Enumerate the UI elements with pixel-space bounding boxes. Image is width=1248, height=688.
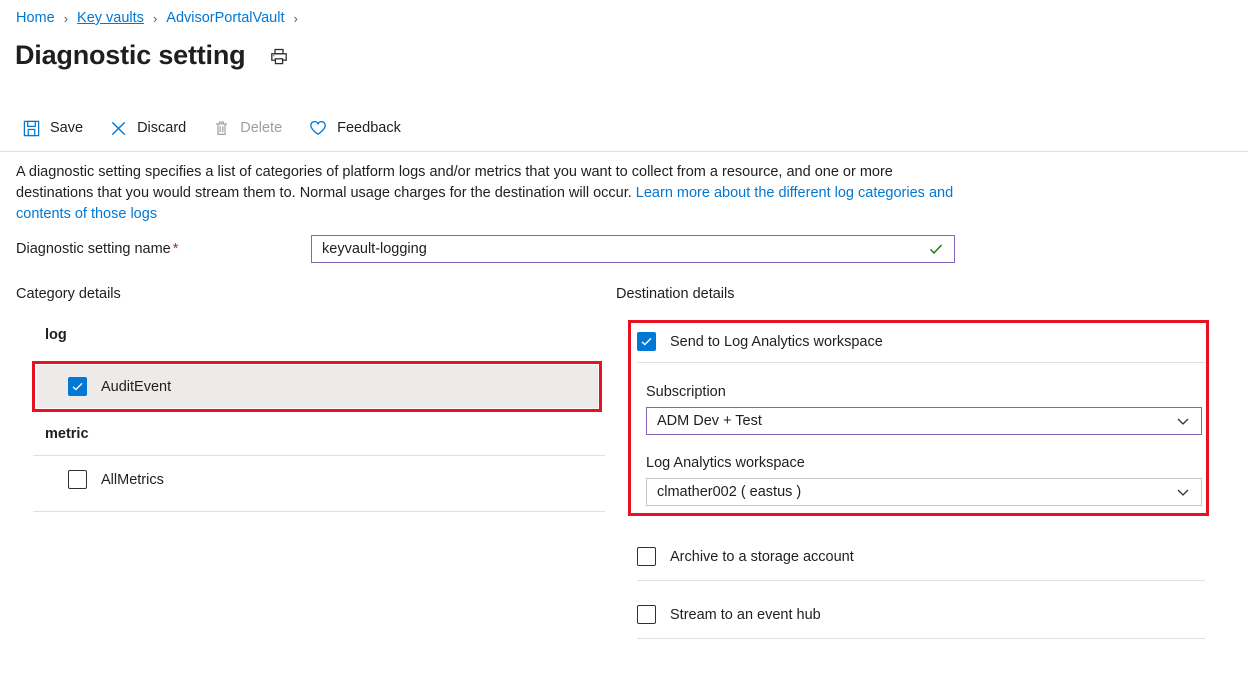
archive-to-storage-checkbox[interactable] xyxy=(637,547,656,566)
diagnostic-setting-name-field[interactable] xyxy=(311,235,955,263)
description-text: A diagnostic setting specifies a list of… xyxy=(16,162,956,225)
checkbox-row-send-to-log-analytics[interactable]: Send to Log Analytics workspace xyxy=(637,332,883,351)
breadcrumb-item-advisorportalvault[interactable]: AdvisorPortalVault xyxy=(166,10,284,26)
breadcrumb: Home › Key vaults › AdvisorPortalVault › xyxy=(16,10,307,26)
heart-icon xyxy=(308,118,328,138)
trash-icon xyxy=(212,119,231,138)
discard-button[interactable]: Discard xyxy=(109,119,186,138)
archive-to-storage-label: Archive to a storage account xyxy=(670,549,854,565)
subscription-selected-value: ADM Dev + Test xyxy=(647,413,762,429)
send-to-log-analytics-checkbox[interactable] xyxy=(637,332,656,351)
auditevent-label: AuditEvent xyxy=(101,379,171,395)
log-group-label: log xyxy=(45,327,67,343)
chevron-down-icon xyxy=(1175,413,1201,429)
destination-details-heading: Destination details xyxy=(616,286,735,302)
diagnostic-setting-name-input[interactable] xyxy=(312,236,928,262)
metric-group-label: metric xyxy=(45,426,89,442)
printer-icon[interactable] xyxy=(269,47,289,67)
close-x-icon xyxy=(109,119,128,138)
page-title-row: Diagnostic setting xyxy=(15,38,289,72)
metric-divider-bottom xyxy=(33,511,605,512)
feedback-button[interactable]: Feedback xyxy=(308,118,401,138)
command-bar-divider xyxy=(0,151,1248,152)
metric-divider-top xyxy=(33,455,605,456)
breadcrumb-item-home[interactable]: Home xyxy=(16,10,55,26)
workspace-selected-value: clmather002 ( eastus ) xyxy=(647,484,801,500)
event-hub-divider xyxy=(637,638,1205,639)
page-title: Diagnostic setting xyxy=(15,38,245,72)
breadcrumb-item-key-vaults[interactable]: Key vaults xyxy=(77,10,144,26)
delete-button: Delete xyxy=(212,119,282,138)
delete-button-label: Delete xyxy=(240,120,282,136)
checkbox-row-allmetrics[interactable]: AllMetrics xyxy=(68,470,164,489)
checkbox-row-archive-to-storage[interactable]: Archive to a storage account xyxy=(637,547,854,566)
diagnostic-setting-name-label: Diagnostic setting name* xyxy=(16,241,178,257)
log-analytics-divider xyxy=(637,362,1205,363)
category-details-heading: Category details xyxy=(16,286,121,302)
archive-divider xyxy=(637,580,1205,581)
subscription-label: Subscription xyxy=(646,384,726,400)
check-icon xyxy=(928,241,954,257)
subscription-dropdown[interactable]: ADM Dev + Test xyxy=(646,407,1202,435)
command-bar: Save Discard Delete Feedback xyxy=(22,114,427,142)
save-button[interactable]: Save xyxy=(22,119,83,138)
feedback-button-label: Feedback xyxy=(337,120,401,136)
breadcrumb-separator-icon: › xyxy=(293,11,297,26)
allmetrics-checkbox[interactable] xyxy=(68,470,87,489)
log-analytics-workspace-dropdown[interactable]: clmather002 ( eastus ) xyxy=(646,478,1202,506)
send-to-log-analytics-label: Send to Log Analytics workspace xyxy=(670,334,883,350)
stream-to-event-hub-label: Stream to an event hub xyxy=(670,607,821,623)
required-marker: * xyxy=(173,241,179,257)
breadcrumb-separator-icon: › xyxy=(64,11,68,26)
allmetrics-label: AllMetrics xyxy=(101,472,164,488)
save-floppy-icon xyxy=(22,119,41,138)
breadcrumb-separator-icon: › xyxy=(153,11,157,26)
checkbox-row-stream-to-event-hub[interactable]: Stream to an event hub xyxy=(637,605,821,624)
discard-button-label: Discard xyxy=(137,120,186,136)
auditevent-checkbox[interactable] xyxy=(68,377,87,396)
log-analytics-workspace-label: Log Analytics workspace xyxy=(646,455,805,471)
stream-to-event-hub-checkbox[interactable] xyxy=(637,605,656,624)
chevron-down-icon xyxy=(1175,484,1201,500)
save-button-label: Save xyxy=(50,120,83,136)
checkbox-row-auditevent[interactable]: AuditEvent xyxy=(68,377,171,396)
name-label-text: Diagnostic setting name xyxy=(16,241,171,257)
